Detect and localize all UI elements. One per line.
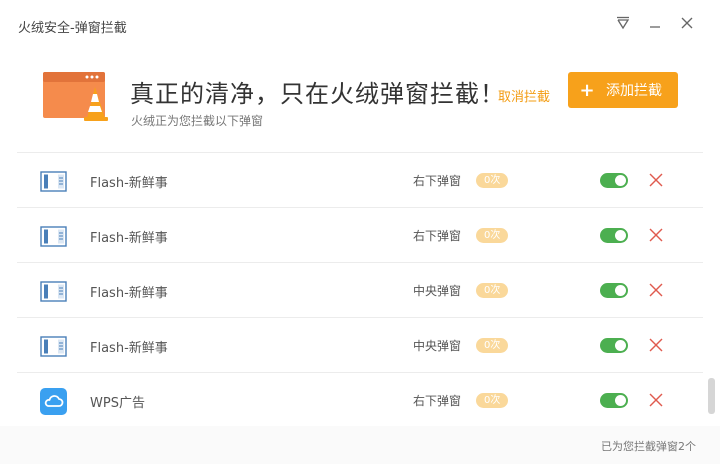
banner: 真正的清净，只在火绒弹窗拦截！ 火绒正为您拦截以下弹窗 取消拦截 + 添加拦截	[0, 50, 720, 142]
popup-name: WPS广告	[90, 396, 145, 411]
menu-dropdown-icon[interactable]	[614, 14, 632, 32]
delete-icon[interactable]	[649, 172, 663, 187]
window-icon	[40, 168, 67, 195]
window-icon	[40, 223, 67, 250]
status-footer: 已为您拦截弹窗2个	[0, 426, 720, 464]
list-item: Flash-新鲜事 右下弹窗 0次	[17, 153, 703, 208]
block-toggle[interactable]	[600, 393, 628, 408]
list-item: Flash-新鲜事 中央弹窗 0次	[17, 318, 703, 373]
popup-name: Flash-新鲜事	[90, 286, 168, 301]
toggle-knob	[615, 340, 626, 351]
page-subline: 火绒正为您拦截以下弹窗	[131, 114, 264, 128]
block-toggle[interactable]	[600, 338, 628, 353]
block-toggle[interactable]	[600, 173, 628, 188]
block-count-badge: 0次	[476, 228, 509, 243]
plus-icon: +	[579, 79, 595, 101]
popup-position: 右下弹窗	[413, 229, 462, 243]
popup-name: Flash-新鲜事	[90, 231, 168, 246]
toggle-knob	[615, 230, 626, 241]
toggle-knob	[615, 285, 626, 296]
popup-block-logo-icon	[43, 72, 109, 122]
add-block-button[interactable]: + 添加拦截	[568, 72, 678, 108]
toggle-knob	[615, 395, 626, 406]
window-icon	[40, 333, 67, 360]
window-title: 火绒安全-弹窗拦截	[18, 21, 127, 36]
popup-name: Flash-新鲜事	[90, 176, 168, 191]
page-headline: 真正的清净，只在火绒弹窗拦截！	[130, 80, 505, 108]
popup-position: 右下弹窗	[413, 174, 462, 188]
popup-position: 右下弹窗	[413, 394, 462, 408]
wps-cloud-icon	[40, 388, 67, 415]
block-count-badge: 0次	[476, 393, 509, 408]
list-item: Flash-新鲜事 中央弹窗 0次	[17, 263, 703, 318]
list-scrollbar[interactable]	[708, 378, 715, 414]
cancel-block-link[interactable]: 取消拦截	[498, 86, 550, 105]
blocked-popup-list: Flash-新鲜事 右下弹窗 0次 Flash-新鲜事 右下弹窗 0次 Flas…	[17, 152, 703, 426]
block-count-badge: 0次	[476, 338, 509, 353]
delete-icon[interactable]	[649, 337, 663, 352]
close-icon[interactable]	[678, 14, 696, 32]
toggle-knob	[615, 175, 626, 186]
delete-icon[interactable]	[649, 282, 663, 297]
block-toggle[interactable]	[600, 283, 628, 298]
blocked-count-status: 已为您拦截弹窗2个	[601, 440, 696, 453]
list-item: WPS广告 右下弹窗 0次	[17, 373, 703, 426]
delete-icon[interactable]	[649, 227, 663, 242]
popup-position: 中央弹窗	[413, 339, 462, 353]
popup-name: Flash-新鲜事	[90, 341, 168, 356]
minimize-icon[interactable]	[646, 14, 664, 32]
block-toggle[interactable]	[600, 228, 628, 243]
add-block-label: 添加拦截	[606, 83, 662, 99]
list-item: Flash-新鲜事 右下弹窗 0次	[17, 208, 703, 263]
popup-position: 中央弹窗	[413, 284, 462, 298]
block-count-badge: 0次	[476, 283, 509, 298]
window-icon	[40, 278, 67, 305]
delete-icon[interactable]	[649, 392, 663, 407]
title-bar: 火绒安全-弹窗拦截	[0, 0, 720, 50]
block-count-badge: 0次	[476, 173, 509, 188]
